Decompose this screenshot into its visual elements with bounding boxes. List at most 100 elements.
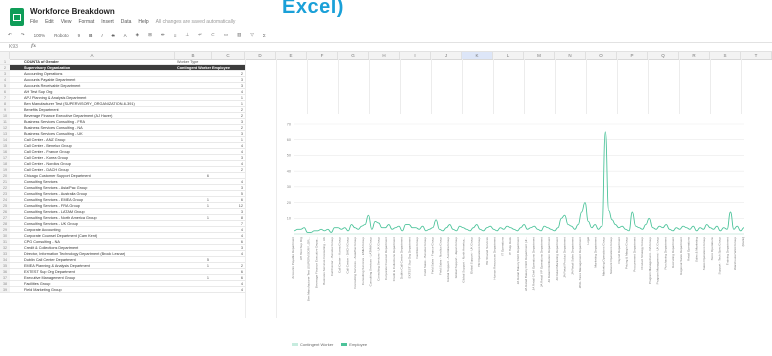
line-chart[interactable]: 70 60 50 40 30 20 10 Accounts Payable Departmen… — [282, 114, 752, 356]
chart-legend: Contingent Worker Employee — [292, 342, 367, 347]
fx-icon: fx — [31, 43, 37, 49]
legend-item-employee[interactable]: Employee — [341, 342, 367, 347]
wrap-icon[interactable]: ↵ — [198, 32, 202, 38]
employee-count-cell[interactable]: 4 — [210, 287, 243, 293]
menu-format[interactable]: Format — [78, 19, 94, 25]
filter-icon[interactable]: ▽ — [250, 32, 253, 38]
strike-button[interactable]: S — [112, 33, 115, 38]
column-header-j[interactable]: J — [431, 52, 462, 59]
table-row[interactable]: Field Marketing Group 4 — [10, 287, 245, 293]
menu-data[interactable]: Data — [121, 19, 132, 25]
font-size-select[interactable]: 9 — [78, 33, 81, 38]
column-header-t[interactable]: T — [741, 52, 772, 59]
chart-icon[interactable]: ▥ — [237, 32, 241, 38]
x-tick-label: Network Operations Group — [609, 237, 613, 274]
x-tick-label: JA Retail Chief Operations Department — [532, 237, 536, 290]
formula-bar: K93 fx — [0, 42, 772, 52]
x-tick-label: Marketing Operations Group — [601, 237, 605, 276]
x-tick-label: Ben Manufacturer Test (SUPERVISORY_OR... — [307, 237, 311, 301]
x-tick-label: Legal — [586, 237, 590, 245]
x-tick-label: (blank) — [741, 237, 745, 246]
x-tick-label: Recruiting Department — [671, 237, 675, 268]
y-tick-label: 70 — [287, 122, 291, 126]
x-tick-label: HR Shared Services — [485, 237, 489, 265]
column-header-l[interactable]: L — [493, 52, 524, 59]
x-tick-label: Consulting Services - LATAM Group — [369, 237, 373, 287]
pivot-body: Accounting Operations 2 Accounts Payable D… — [10, 71, 245, 293]
x-tick-label: Global Support - UK Group — [469, 237, 473, 274]
y-tick-label: 60 — [287, 138, 291, 142]
x-tick-label: Field Sales - France Group — [431, 237, 435, 274]
fill-color-icon[interactable]: ◈ — [136, 32, 139, 38]
x-tick-label: Sales & Marketing — [694, 237, 698, 262]
x-tick-label: Business Services Consulting - UK — [322, 236, 326, 285]
chart-svg: 70 60 50 40 30 20 10 Accounts Payable Departmen… — [287, 122, 745, 301]
column-header-r[interactable]: R — [679, 52, 710, 59]
merge-icon[interactable]: ⇹ — [161, 32, 165, 38]
column-header-m[interactable]: M — [524, 52, 555, 59]
text-color-icon[interactable]: A — [124, 33, 127, 38]
redo-icon[interactable]: ↷ — [21, 32, 25, 38]
borders-icon[interactable]: ⊞ — [148, 32, 152, 38]
row-number[interactable]: 39 — [0, 287, 10, 293]
x-tick-label: JA Retail Bakery CEO Department (Jr... — [524, 237, 528, 291]
column-header-k[interactable]: K — [462, 52, 493, 59]
column-header-f[interactable]: F — [307, 52, 338, 59]
align-icon[interactable]: ≡ — [174, 33, 177, 38]
column-header-q[interactable]: Q — [648, 52, 679, 59]
x-tick-label: Facilities Group — [415, 237, 419, 259]
menu-edit[interactable]: Edit — [45, 19, 54, 25]
cell-reference[interactable]: K93 — [9, 44, 18, 50]
column-header-i[interactable]: I — [400, 52, 431, 59]
bold-button[interactable]: B — [89, 33, 92, 38]
valign-icon[interactable]: ⊥ — [185, 32, 189, 38]
x-tick-label: Field Sales - Nordics Group — [438, 237, 442, 275]
spreadsheet-grid[interactable]: ABCDEFGHIJKLMNOPQRST 1 2 3 4 5 6 7 8 9 10 11 12 13 14… — [0, 52, 772, 356]
column-header-a[interactable]: A — [10, 52, 175, 59]
menu-insert[interactable]: Insert — [101, 19, 114, 25]
x-tick-label: EXTEST Sup Org Department — [407, 237, 411, 279]
column-header-b[interactable]: B — [175, 52, 212, 59]
undo-icon[interactable]: ↶ — [8, 32, 12, 38]
y-tick-label: 10 — [287, 217, 291, 221]
column-header-g[interactable]: G — [338, 52, 369, 59]
legend-label-employee: Employee — [349, 342, 368, 347]
series-line-employee[interactable] — [293, 131, 745, 233]
document-title[interactable]: Workforce Breakdown — [30, 7, 115, 16]
overlay-banner-text: Excel) — [282, 0, 344, 18]
y-tick-label: 30 — [287, 185, 291, 189]
x-tick-label: JA Retail Bakery CEO Department — [516, 237, 520, 284]
corner-cell[interactable] — [0, 52, 10, 59]
column-header-o[interactable]: O — [586, 52, 617, 59]
legend-item-contingent[interactable]: Contingent Worker — [292, 342, 333, 347]
column-header-d[interactable]: D — [245, 52, 276, 59]
column-header-n[interactable]: N — [555, 52, 586, 59]
x-tick-label: Dublin Call Center Department — [400, 237, 404, 279]
menu-help[interactable]: Help — [138, 19, 148, 25]
x-tick-label: AH Test Sup Org — [299, 237, 303, 260]
row-numbers: 1 2 3 4 5 6 7 8 9 10 11 12 13 14 15 16 17 18 19 20 21 22 23 24 2… — [0, 59, 10, 293]
menu-file[interactable]: File — [30, 19, 38, 25]
column-header-c[interactable]: C — [212, 52, 245, 59]
function-icon[interactable]: Σ — [263, 33, 266, 38]
sheets-logo-icon[interactable] — [10, 8, 24, 26]
y-tick-label: 20 — [287, 201, 291, 205]
comment-icon[interactable]: ▭ — [224, 32, 228, 38]
save-status: All changes are saved automatically — [155, 19, 236, 25]
x-tick-label: Consulting Services - Asia/Pac Group — [353, 237, 357, 289]
font-select[interactable]: Roboto — [54, 33, 69, 38]
x-tick-label: JPAL Store Management Department — [578, 237, 582, 288]
column-header-h[interactable]: H — [369, 52, 400, 59]
toolbar: ↶ ↷ 100% Roboto 9 B I S A ◈ ⊞ ⇹ ≡ ⊥ ↵ ⊂ … — [0, 30, 772, 40]
zoom-select[interactable]: 100% — [34, 33, 46, 38]
x-tick-label: Purchasing Department — [663, 237, 667, 270]
x-tick-label: Marketing Department — [594, 237, 598, 268]
menu-view[interactable]: View — [61, 19, 72, 25]
org-name-cell[interactable]: Field Marketing Group — [24, 287, 174, 293]
italic-button[interactable]: I — [101, 33, 102, 38]
column-header-e[interactable]: E — [276, 52, 307, 59]
column-header-p[interactable]: P — [617, 52, 648, 59]
legend-swatch-employee — [341, 343, 348, 346]
column-header-s[interactable]: S — [710, 52, 741, 59]
link-icon[interactable]: ⊂ — [211, 32, 215, 38]
